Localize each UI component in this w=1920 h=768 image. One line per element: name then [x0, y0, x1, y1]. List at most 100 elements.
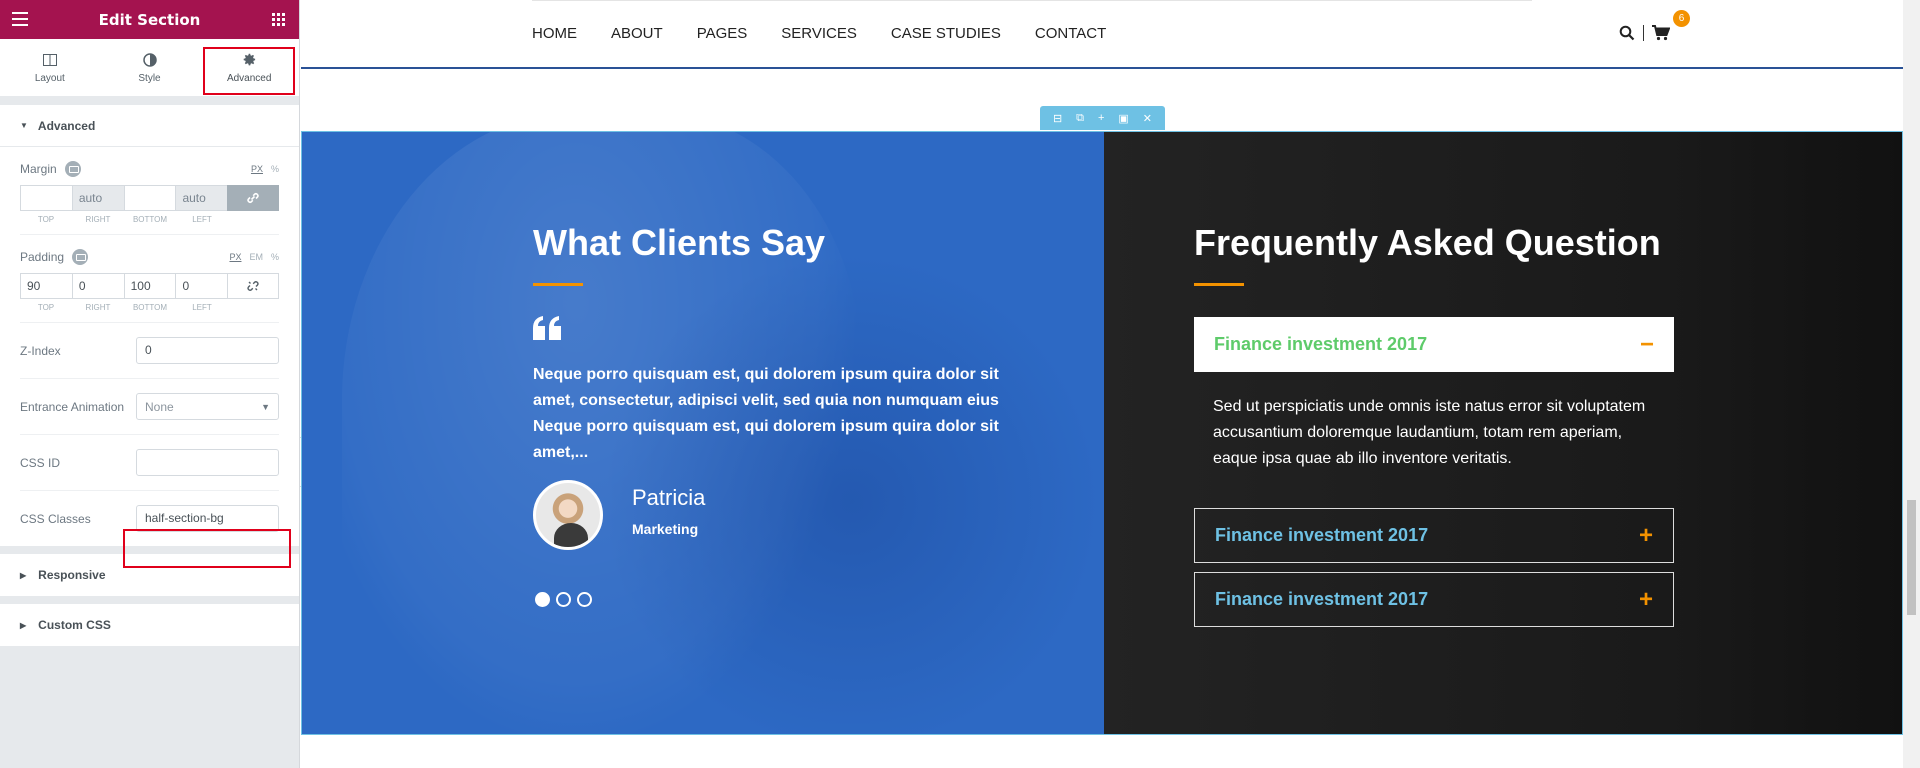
panel-title: Edit Section — [98, 10, 201, 29]
margin-control: Margin PX % auto auto TOP RIGHT BOTTOM L… — [20, 147, 279, 235]
side-label-left: LEFT — [192, 303, 212, 312]
side-label-bottom: BOTTOM — [132, 303, 168, 312]
faq-item[interactable]: Finance investment 2017 + — [1194, 508, 1674, 563]
plus-icon: + — [1638, 585, 1653, 613]
hamburger-menu-icon[interactable] — [12, 12, 28, 26]
css-classes-input[interactable]: half-section-bg — [136, 505, 279, 532]
padding-link-values-button[interactable] — [227, 273, 279, 299]
responsive-section-toggle[interactable]: ▶ Responsive — [0, 554, 299, 596]
padding-left-input[interactable]: 0 — [175, 273, 228, 299]
unit-px[interactable]: PX — [229, 252, 241, 262]
tab-style[interactable]: Style — [100, 39, 200, 96]
padding-bottom-input[interactable]: 100 — [123, 273, 176, 299]
side-label-right: RIGHT — [85, 303, 111, 312]
heading-underline — [1194, 283, 1244, 286]
section-toolbar: ⊟ ⧉ + ▣ ✕ — [1040, 106, 1165, 130]
padding-label: Padding — [20, 250, 65, 264]
site-preview: HOME ABOUT PAGES SERVICES CASE STUDIES C… — [301, 0, 1903, 768]
search-icon[interactable] — [1619, 25, 1635, 41]
entrance-animation-label: Entrance Animation — [20, 399, 125, 414]
responsive-section-title: Responsive — [38, 568, 106, 582]
margin-link-values-button[interactable] — [227, 185, 279, 211]
edit-section-icon[interactable]: ⊟ — [1053, 112, 1062, 125]
unit-percent[interactable]: % — [271, 164, 279, 174]
nav-about[interactable]: ABOUT — [611, 25, 663, 42]
half-section[interactable]: What Clients Say Neque porro quisquam es… — [301, 131, 1903, 735]
carousel-dot[interactable] — [577, 592, 592, 607]
z-index-label: Z-Index — [20, 343, 61, 358]
link-icon — [247, 193, 259, 203]
avatar — [533, 480, 603, 550]
dropdown-arrow-icon: ▼ — [261, 401, 270, 412]
padding-top-input[interactable]: 90 — [20, 273, 72, 299]
cart-icon[interactable] — [1652, 25, 1670, 41]
cart-count-badge: 6 — [1673, 10, 1690, 27]
carousel-dot[interactable] — [556, 592, 571, 607]
margin-right-input[interactable]: auto — [71, 185, 124, 211]
css-id-control: CSS ID — [20, 435, 279, 491]
caret-down-icon: ▼ — [20, 121, 28, 130]
add-icon[interactable]: + — [1098, 112, 1104, 124]
nav-case-studies[interactable]: CASE STUDIES — [891, 25, 1001, 42]
minus-icon: − — [1639, 330, 1654, 358]
margin-bottom-input[interactable] — [123, 185, 176, 211]
faq-heading: Frequently Asked Question — [1194, 222, 1661, 263]
caret-right-icon: ▶ — [20, 570, 27, 580]
tab-layout[interactable]: Layout — [0, 39, 100, 96]
margin-label: Margin — [20, 162, 57, 176]
carousel-dot[interactable] — [535, 592, 550, 607]
panel-header: Edit Section — [0, 0, 299, 39]
unlink-icon — [247, 281, 259, 291]
side-label-left: LEFT — [192, 215, 212, 224]
nav-icon-separator — [1643, 25, 1644, 41]
responsive-device-icon[interactable] — [72, 249, 89, 265]
header-border — [301, 67, 1903, 69]
custom-css-section-toggle[interactable]: ▶ Custom CSS — [0, 604, 299, 646]
tab-layout-label: Layout — [34, 72, 65, 84]
nav-services[interactable]: SERVICES — [781, 25, 857, 42]
nav-divider — [532, 0, 1532, 1]
advanced-section-title: Advanced — [37, 118, 96, 133]
entrance-animation-value: None — [145, 399, 174, 414]
duplicate-icon[interactable]: ⧉ — [1076, 112, 1084, 125]
entrance-animation-select[interactable]: None ▼ — [136, 393, 279, 420]
side-label-top: TOP — [37, 215, 55, 224]
faq-item-open[interactable]: Finance investment 2017 − — [1194, 317, 1674, 372]
page-scrollbar[interactable] — [1903, 0, 1920, 768]
layout-icon — [42, 52, 58, 68]
z-index-control: Z-Index 0 — [20, 323, 279, 379]
scrollbar-thumb[interactable] — [1907, 500, 1916, 615]
faq-item[interactable]: Finance investment 2017 + — [1194, 572, 1674, 627]
save-icon[interactable]: ▣ — [1118, 112, 1128, 125]
css-classes-control: CSS Classes half-section-bg — [20, 491, 279, 546]
faq-item-title: Finance investment 2017 — [1215, 525, 1429, 545]
carousel-dots — [535, 592, 592, 607]
main-nav: HOME ABOUT PAGES SERVICES CASE STUDIES C… — [532, 25, 1106, 42]
testimonials-heading: What Clients Say — [533, 222, 826, 263]
z-index-input[interactable]: 0 — [136, 337, 279, 364]
responsive-device-icon[interactable] — [64, 161, 81, 177]
close-icon[interactable]: ✕ — [1143, 112, 1152, 125]
margin-left-input[interactable]: auto — [175, 185, 228, 211]
css-id-input[interactable] — [136, 449, 279, 476]
panel-tabs: Layout Style Advanced — [0, 39, 299, 97]
widgets-grid-icon[interactable] — [272, 13, 285, 26]
nav-home[interactable]: HOME — [532, 25, 577, 42]
caret-right-icon: ▶ — [20, 620, 27, 630]
unit-em[interactable]: EM — [249, 252, 263, 262]
testimonial-author-role: Marketing — [632, 521, 699, 537]
unit-percent[interactable]: % — [271, 252, 279, 262]
advanced-section-toggle[interactable]: ▼ Advanced — [0, 105, 299, 147]
padding-control: Padding PX EM % 90 0 100 0 TOP RIGHT BOT… — [20, 235, 279, 323]
faq-item-title: Finance investment 2017 — [1214, 334, 1428, 354]
padding-right-input[interactable]: 0 — [71, 273, 124, 299]
nav-pages[interactable]: PAGES — [697, 25, 748, 42]
margin-top-input[interactable] — [20, 185, 72, 211]
tab-advanced[interactable]: Advanced — [199, 39, 299, 96]
nav-contact[interactable]: CONTACT — [1035, 25, 1106, 42]
padding-units: PX EM % — [229, 252, 279, 262]
editor-app: Edit Section Layout Style Advanced ▼ Adv… — [0, 0, 1920, 768]
side-label-bottom: BOTTOM — [132, 215, 168, 224]
advanced-section-body: Margin PX % auto auto TOP RIGHT BOTTOM L… — [0, 147, 299, 546]
unit-px[interactable]: PX — [251, 164, 263, 174]
